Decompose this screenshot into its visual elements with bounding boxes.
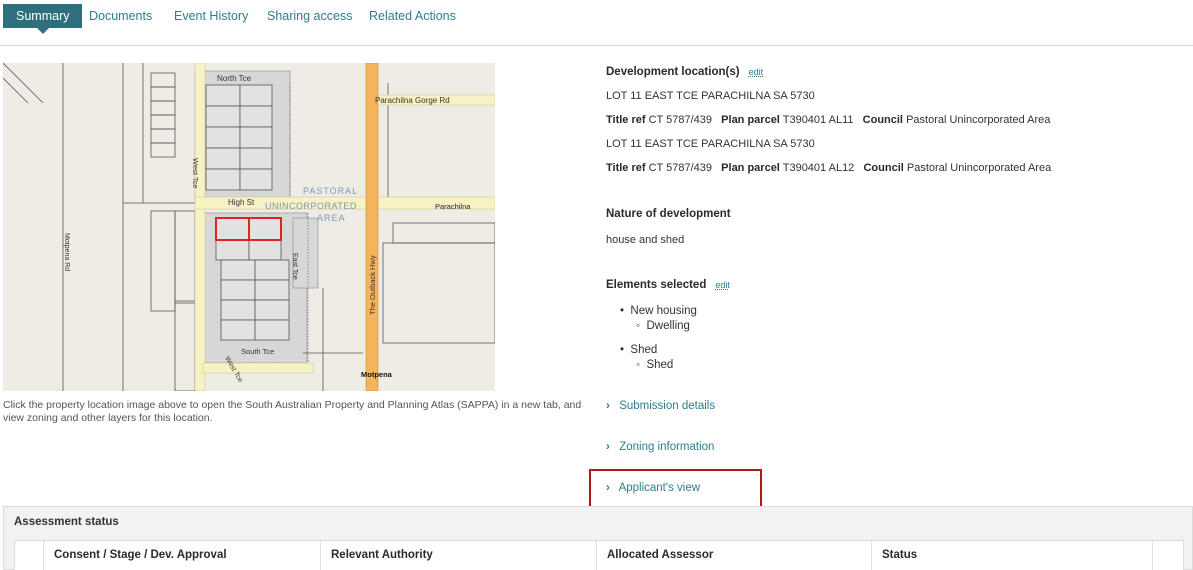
list-subitem: ◦ Shed: [636, 359, 674, 371]
assessment-table: Consent / Stage / Dev. Approval Relevant…: [14, 540, 1184, 570]
column-header-consent[interactable]: Consent / Stage / Dev. Approval: [43, 541, 227, 570]
edit-location-link[interactable]: edit: [749, 67, 764, 77]
list-subitem: ◦ Dwelling: [636, 320, 690, 332]
location-details: Title ref CT 5787/439 Plan parcel T39040…: [606, 162, 1051, 174]
assessment-status-title: Assessment status: [14, 516, 119, 528]
property-location-map[interactable]: North Tce Parachilna Gorge Rd West Tce H…: [3, 63, 495, 391]
column-header-authority[interactable]: Relevant Authority: [320, 541, 433, 570]
column-header-status[interactable]: Status: [871, 541, 917, 570]
council-label: Council: [863, 162, 904, 174]
council-value: Pastoral Unincorporated Area: [906, 162, 1052, 174]
nature-heading: Nature of development: [606, 208, 731, 220]
elements-list: • Shed ◦ Shed: [620, 343, 673, 373]
map-label-motpena-rd: Motpena Rd: [63, 233, 70, 271]
tab-event-history[interactable]: Event History: [174, 4, 248, 28]
plan-parcel-label: Plan parcel: [721, 162, 780, 174]
edit-elements-link[interactable]: edit: [715, 280, 730, 290]
column-header-assessor[interactable]: Allocated Assessor: [596, 541, 713, 570]
nature-value: house and shed: [606, 234, 685, 246]
council-label: Council: [862, 114, 903, 126]
location-details: Title ref CT 5787/439 Plan parcel T39040…: [606, 114, 1050, 126]
title-ref-value: CT 5787/439: [648, 162, 712, 174]
tab-documents[interactable]: Documents: [89, 4, 152, 28]
location-address: LOT 11 EAST TCE PARACHILNA SA 5730: [606, 90, 815, 102]
title-ref-value: CT 5787/439: [648, 114, 712, 126]
elements-list: • New housing ◦ Dwelling: [620, 304, 697, 334]
assessment-status-panel: Assessment status Consent / Stage / Dev.…: [3, 506, 1193, 570]
location-address: LOT 11 EAST TCE PARACHILNA SA 5730: [606, 138, 815, 150]
development-location-heading: Development location(s) edit: [606, 66, 763, 78]
chevron-right-icon: ›: [606, 400, 610, 412]
plan-parcel-label: Plan parcel: [721, 114, 780, 126]
elements-title: Elements selected: [606, 279, 707, 291]
development-location-title: Development location(s): [606, 66, 740, 78]
map-label-motpena: Motpena: [361, 370, 393, 379]
applicants-view-highlight: [589, 469, 762, 508]
zoning-information-toggle[interactable]: › Zoning information: [606, 441, 714, 453]
map-label-north-tce: North Tce: [217, 74, 252, 83]
map-label-east-tce: East Tce: [291, 253, 298, 280]
map-label-area: AREA: [317, 213, 346, 223]
map-label-parachilna: Parachilna: [435, 202, 471, 211]
map-label-parachilna-gorge-rd: Parachilna Gorge Rd: [375, 96, 450, 105]
tab-sharing-access[interactable]: Sharing access: [267, 4, 352, 28]
map-label-south-tce: South Tce: [241, 347, 274, 356]
council-value: Pastoral Unincorporated Area: [906, 114, 1051, 126]
list-item: • Shed: [620, 344, 658, 356]
map-caption: Click the property location image above …: [3, 399, 582, 424]
map-label-west-tce: West Tce: [191, 158, 200, 189]
list-item: • New housing: [620, 305, 697, 317]
plan-parcel-value: T390401 AL11: [782, 114, 854, 126]
map-label-pastoral: PASTORAL: [303, 186, 358, 196]
tab-related-actions[interactable]: Related Actions: [369, 4, 456, 28]
submission-details-toggle[interactable]: › Submission details: [606, 400, 715, 412]
map-label-unincorporated: UNINCORPORATED: [265, 201, 357, 211]
plan-parcel-value: T390401 AL12: [782, 162, 855, 174]
map-label-outback-hwy: The Outback Hwy: [368, 255, 377, 315]
title-ref-label: Title ref: [606, 162, 646, 174]
chevron-right-icon: ›: [606, 441, 610, 453]
map-label-high-st: High St: [228, 198, 255, 207]
tab-bar: Summary Documents Event History Sharing …: [0, 0, 1193, 46]
column-header-actions: [1152, 541, 1185, 570]
tab-summary[interactable]: Summary: [3, 4, 83, 34]
title-ref-label: Title ref: [606, 114, 646, 126]
elements-heading: Elements selected edit: [606, 279, 730, 291]
